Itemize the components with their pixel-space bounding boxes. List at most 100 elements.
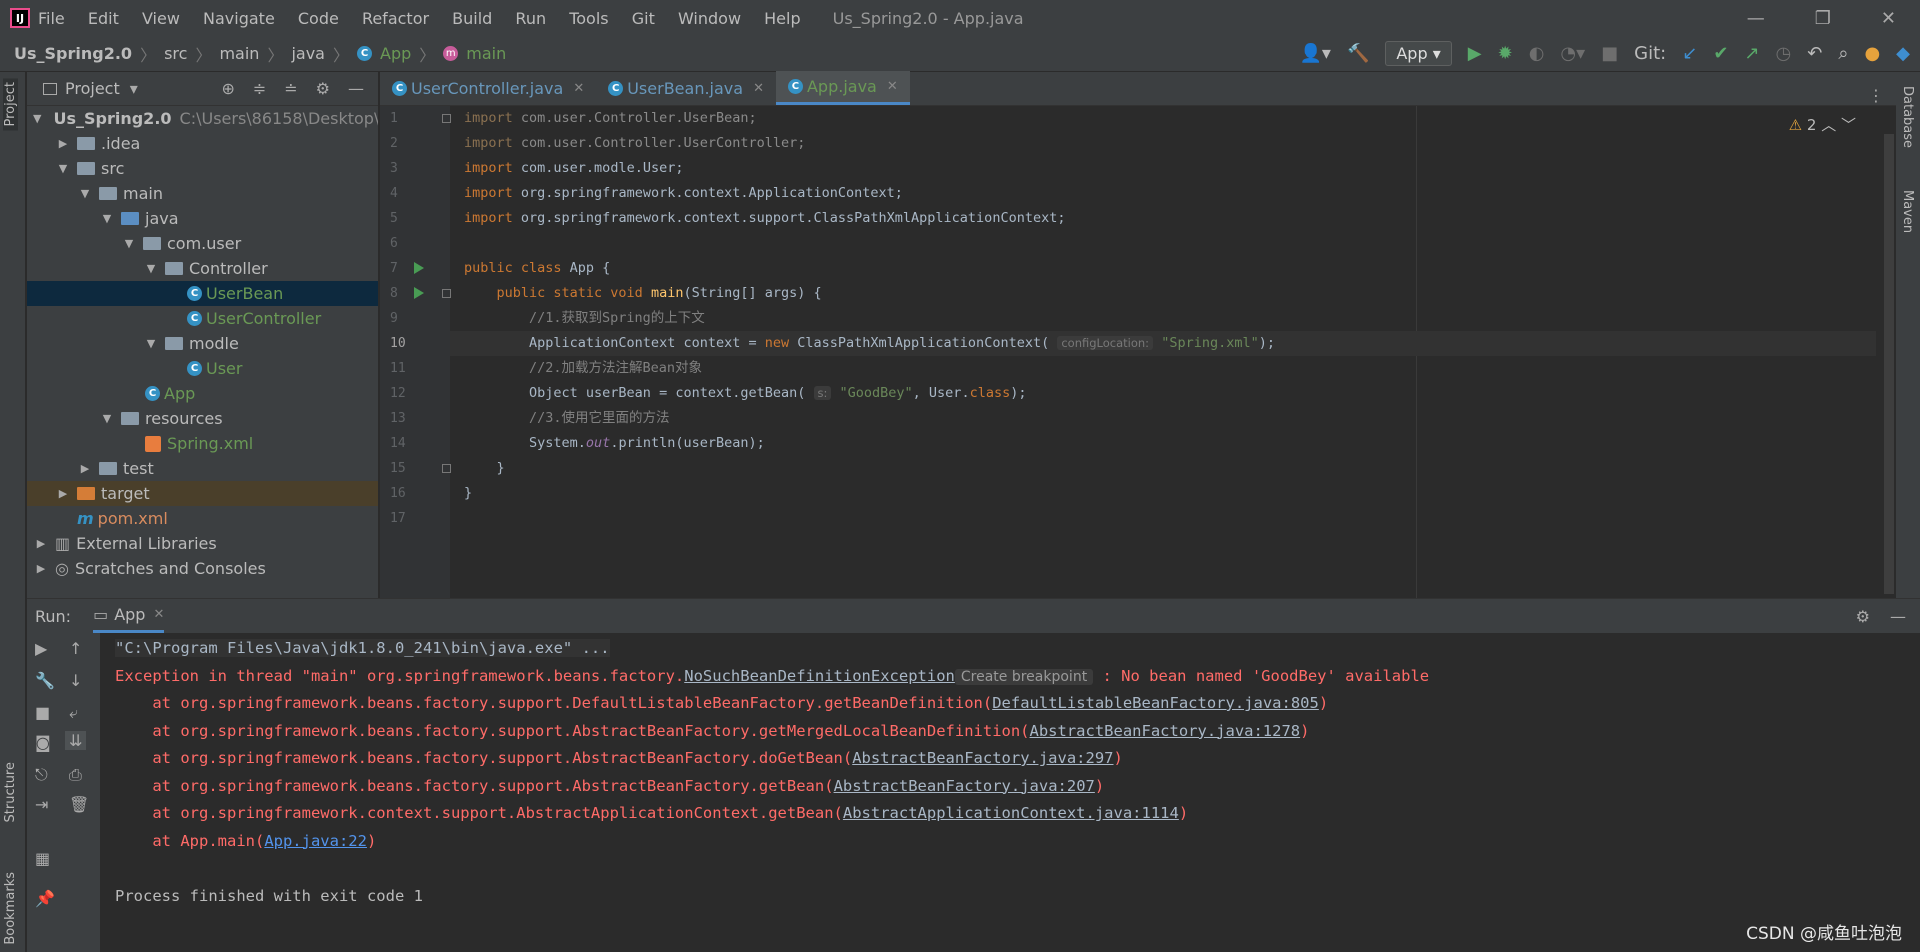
- console-output[interactable]: "C:\Program Files\Java\jdk1.8.0_241\bin\…: [115, 635, 1910, 952]
- tree-node-usercontroller[interactable]: C UserController: [27, 306, 378, 331]
- close-tab-icon[interactable]: ✕: [753, 81, 764, 96]
- tab-app[interactable]: C App.java ✕: [775, 71, 910, 105]
- stop-icon[interactable]: ■: [35, 703, 50, 722]
- menu-refactor[interactable]: Refactor: [362, 9, 429, 28]
- collapse-all-icon[interactable]: ≐: [284, 79, 297, 98]
- maven-tool-tab[interactable]: Maven: [1900, 190, 1915, 233]
- exception-class-link[interactable]: NoSuchBeanDefinitionException: [684, 667, 955, 685]
- stop-icon[interactable]: ■: [1601, 43, 1618, 64]
- toolbox-icon[interactable]: ◆: [1896, 43, 1910, 64]
- tree-node-target[interactable]: ▶ target: [27, 481, 378, 506]
- tree-node-user[interactable]: C User: [27, 356, 378, 381]
- inspection-widget[interactable]: ⚠ 2 ︿ ﹀: [1789, 114, 1856, 135]
- close-tab-icon[interactable]: ✕: [887, 79, 898, 94]
- tree-node-com-user[interactable]: ▼ com.user: [27, 231, 378, 256]
- console-command[interactable]: "C:\Program Files\Java\jdk1.8.0_241\bin\…: [115, 639, 610, 657]
- breadcrumb-method[interactable]: main: [466, 44, 506, 63]
- run-icon[interactable]: ▶: [1468, 43, 1482, 64]
- breadcrumb-java[interactable]: java: [291, 44, 325, 63]
- tree-node-pom[interactable]: m pom.xml: [27, 506, 378, 531]
- bookmarks-tool-tab[interactable]: Bookmarks: [3, 872, 18, 945]
- coverage-icon[interactable]: ◐: [1529, 43, 1545, 64]
- restore-icon[interactable]: ❐: [1815, 8, 1831, 29]
- tree-node-main[interactable]: ▼ main: [27, 181, 378, 206]
- breadcrumb-project[interactable]: Us_Spring2.0: [14, 44, 132, 63]
- tree-node-root[interactable]: ▼ Us_Spring2.0 C:\Users\86158\Desktop\S: [27, 106, 378, 131]
- trash-icon[interactable]: 🗑: [69, 795, 89, 814]
- hide-panel-icon[interactable]: —: [348, 79, 364, 98]
- tree-node-java[interactable]: ▼ java: [27, 206, 378, 231]
- update-icon[interactable]: ●: [1864, 43, 1880, 64]
- close-icon[interactable]: ✕: [1881, 8, 1896, 29]
- menu-run[interactable]: Run: [515, 9, 546, 28]
- breadcrumb-main[interactable]: main: [219, 44, 259, 63]
- close-tab-icon[interactable]: ✕: [573, 81, 584, 96]
- profile-icon[interactable]: ◔▾: [1560, 43, 1585, 64]
- tree-node-app[interactable]: C App: [27, 381, 378, 406]
- project-panel-title[interactable]: Project: [65, 79, 120, 98]
- git-commit-icon[interactable]: ✔: [1713, 43, 1728, 64]
- prev-highlight-icon[interactable]: ︿: [1821, 116, 1836, 134]
- down-arrow-icon[interactable]: ↓: [69, 671, 82, 690]
- up-arrow-icon[interactable]: ↑: [69, 639, 82, 658]
- exit-icon[interactable]: ⎋: [35, 765, 48, 785]
- menu-build[interactable]: Build: [452, 9, 492, 28]
- menu-edit[interactable]: Edit: [88, 9, 119, 28]
- breadcrumb-app[interactable]: App: [380, 44, 411, 63]
- stack-link[interactable]: AbstractBeanFactory.java:1278: [1030, 722, 1301, 740]
- stack-link[interactable]: App.java:22: [264, 832, 367, 850]
- pin-icon[interactable]: 📌: [35, 889, 55, 908]
- git-update-icon[interactable]: ↙: [1682, 43, 1697, 64]
- tree-node-src[interactable]: ▼ src: [27, 156, 378, 181]
- locate-icon[interactable]: ⊕: [221, 79, 234, 98]
- debug-icon[interactable]: ✹: [1498, 43, 1513, 64]
- rerun-icon[interactable]: ▶: [35, 639, 47, 658]
- layout-icon[interactable]: ▦: [35, 849, 50, 868]
- next-highlight-icon[interactable]: ﹀: [1841, 116, 1856, 134]
- hide-panel-icon[interactable]: —: [1890, 607, 1906, 626]
- menu-code[interactable]: Code: [298, 9, 339, 28]
- settings-gear-icon[interactable]: ⚙: [1856, 607, 1870, 626]
- build-hammer-icon[interactable]: 🔨: [1347, 43, 1369, 64]
- menu-view[interactable]: View: [142, 9, 180, 28]
- user-icon[interactable]: 👤▾: [1299, 43, 1330, 64]
- rollback-icon[interactable]: ↶: [1807, 43, 1822, 64]
- tree-node-modle[interactable]: ▼ modle: [27, 331, 378, 356]
- menu-tools[interactable]: Tools: [569, 9, 608, 28]
- database-tool-tab[interactable]: Database: [1900, 86, 1915, 148]
- menu-git[interactable]: Git: [632, 9, 655, 28]
- close-tab-icon[interactable]: ✕: [153, 607, 164, 622]
- tree-node-external-libraries[interactable]: ▶ ▥ External Libraries: [27, 531, 378, 556]
- minimize-icon[interactable]: —: [1747, 8, 1765, 29]
- tree-node-controller[interactable]: ▼ Controller: [27, 256, 378, 281]
- run-tab-app[interactable]: ▭ App ✕: [93, 599, 165, 633]
- wrench-icon[interactable]: 🔧: [35, 671, 55, 690]
- run-gutter-icon[interactable]: [414, 262, 424, 274]
- menu-window[interactable]: Window: [678, 9, 741, 28]
- expand-all-icon[interactable]: ≑: [253, 79, 266, 98]
- stack-link[interactable]: AbstractBeanFactory.java:297: [852, 749, 1113, 767]
- tree-node-spring-xml[interactable]: Spring.xml: [27, 431, 378, 456]
- editor-scrollbar[interactable]: [1884, 134, 1894, 594]
- stack-link[interactable]: AbstractApplicationContext.java:1114: [843, 804, 1179, 822]
- settings-gear-icon[interactable]: ⚙: [316, 79, 330, 98]
- tab-usercontroller[interactable]: C UserController.java ✕: [380, 71, 596, 105]
- project-tool-tab[interactable]: Project: [3, 78, 18, 131]
- breadcrumb-src[interactable]: src: [164, 44, 187, 63]
- structure-tool-tab[interactable]: Structure: [3, 762, 18, 822]
- more-options-icon[interactable]: ⋮: [1868, 86, 1884, 105]
- soft-wrap-icon[interactable]: ⤶: [69, 703, 78, 723]
- stack-link[interactable]: AbstractBeanFactory.java:207: [834, 777, 1095, 795]
- menu-file[interactable]: File: [38, 9, 65, 28]
- git-push-icon[interactable]: ↗: [1744, 43, 1759, 64]
- logout-icon[interactable]: ⇥: [35, 795, 48, 814]
- print-icon[interactable]: ⎙: [69, 765, 82, 785]
- code-editor[interactable]: 1 2 3 4 5 6 7 8 9 10 11 12 13 14 15 16 1…: [380, 106, 1896, 598]
- run-gutter-icon[interactable]: [414, 287, 424, 299]
- tree-node-userbean[interactable]: C UserBean: [27, 281, 378, 306]
- menu-navigate[interactable]: Navigate: [203, 9, 275, 28]
- camera-icon[interactable]: ◙: [35, 733, 51, 752]
- tab-userbean[interactable]: C UserBean.java ✕: [596, 71, 776, 105]
- create-breakpoint-button[interactable]: Create breakpoint: [954, 668, 1094, 685]
- tree-node-idea[interactable]: ▶ .idea: [27, 131, 378, 156]
